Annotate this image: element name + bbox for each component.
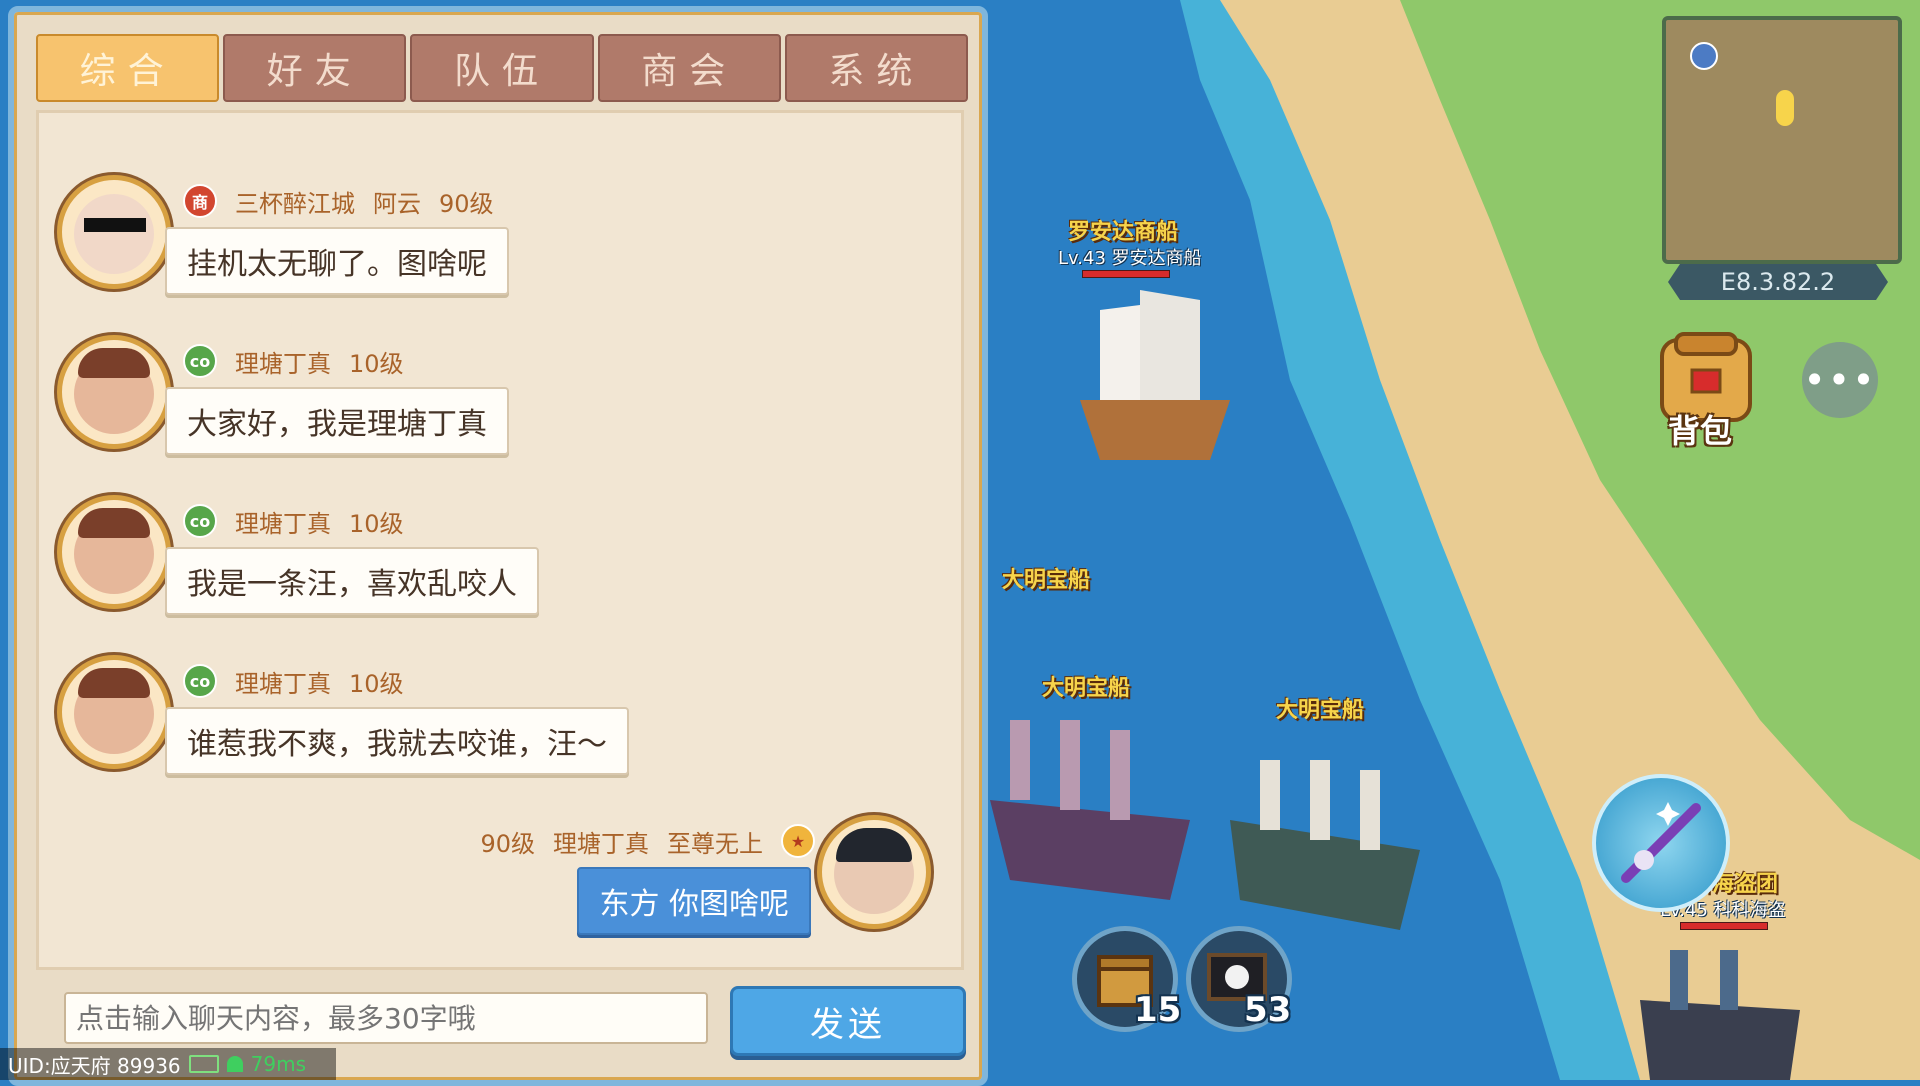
player-uid: UID:应天府 89936 xyxy=(8,1053,181,1078)
avatar[interactable] xyxy=(57,495,171,609)
sender-level: 10级 xyxy=(349,509,404,538)
hair-icon xyxy=(78,348,150,378)
home-icon xyxy=(1690,42,1718,70)
sender-level: 90级 xyxy=(480,829,535,858)
avatar-image xyxy=(74,194,154,274)
sender-level: 10级 xyxy=(349,669,404,698)
ping-value: 79ms xyxy=(250,1052,307,1076)
tab-friends[interactable]: 好友 xyxy=(223,34,407,102)
wifi-icon xyxy=(226,1056,243,1072)
chat-message: co 理塘丁真 10级 大家好，我是理塘丁真 xyxy=(39,331,961,481)
ship-level-label: Lv.43 罗安达商船 xyxy=(1058,248,1202,269)
sender-name[interactable]: 阿云 xyxy=(373,184,421,219)
send-button[interactable]: 发送 xyxy=(730,986,966,1056)
tab-guild[interactable]: 商会 xyxy=(597,34,781,102)
flag-count: 53 xyxy=(1244,990,1292,1030)
hair-icon xyxy=(78,668,150,698)
status-bar: UID:应天府 89936 79ms xyxy=(0,1048,336,1080)
title-badge-icon: co xyxy=(183,344,217,378)
pirate-hat-icon xyxy=(836,828,912,862)
title-badge-icon: co xyxy=(183,504,217,538)
minimap[interactable] xyxy=(1662,16,1902,264)
more-menu-button[interactable]: ••• xyxy=(1802,342,1878,418)
avatar[interactable] xyxy=(57,655,171,769)
message-bubble: 东方 你图啥呢 xyxy=(577,867,811,935)
vip-badge-icon: ★ xyxy=(781,824,815,858)
chat-tab-bar: 综合 好友 队伍 商会 系统 xyxy=(36,34,969,102)
message-bubble: 我是一条汪，喜欢乱咬人 xyxy=(165,547,539,615)
ship-hp-bar xyxy=(1082,270,1170,278)
merchant-badge-icon: 商 xyxy=(183,184,217,218)
battery-icon xyxy=(188,1055,219,1073)
ship-name-label: 大明宝船 xyxy=(1002,568,1091,593)
ship-hp-bar xyxy=(1680,922,1768,930)
chat-message-self: 90级 理塘丁真 至尊无上 ★ 东方 你图啥呢 xyxy=(39,811,961,961)
guild-name: 三杯醉江城 xyxy=(235,189,355,218)
avatar[interactable] xyxy=(57,175,171,289)
hair-icon xyxy=(78,508,150,538)
avatar[interactable] xyxy=(817,815,931,929)
tab-system[interactable]: 系统 xyxy=(784,34,969,102)
chat-message: co 理塘丁真 10级 我是一条汪，喜欢乱咬人 xyxy=(39,491,961,641)
sender-name[interactable]: 理塘丁真 xyxy=(235,344,331,379)
sender-name[interactable]: 理塘丁真 xyxy=(235,504,331,539)
chat-message-list[interactable]: 商 三杯醉江城 阿云 90级 挂机太无聊了。图啥呢 co 理塘丁真 10级 大家… xyxy=(36,110,964,970)
chat-input[interactable] xyxy=(64,992,708,1044)
message-bubble: 谁惹我不爽，我就去咬谁，汪～ xyxy=(165,707,629,775)
sender-level: 10级 xyxy=(349,349,404,378)
chat-panel: 综合 好友 队伍 商会 系统 商 三杯醉江城 阿云 90级 挂机太无聊了。图啥呢 xyxy=(8,6,988,1086)
tab-team[interactable]: 队伍 xyxy=(410,34,594,102)
sender-name[interactable]: 理塘丁真 xyxy=(235,664,331,699)
map-coordinates: E8.3.82.2 xyxy=(1668,264,1888,300)
avatar[interactable] xyxy=(57,335,171,449)
fishing-rod-icon xyxy=(1621,802,1701,883)
sender-name[interactable]: 理塘丁真 xyxy=(553,824,649,859)
player-marker-icon xyxy=(1776,90,1794,126)
chat-message: 商 三杯醉江城 阿云 90级 挂机太无聊了。图啥呢 xyxy=(39,171,961,321)
sunglasses-icon xyxy=(84,218,146,232)
ship-name-label: 大明宝船 xyxy=(1042,676,1131,701)
message-bubble: 挂机太无聊了。图啥呢 xyxy=(165,227,509,295)
ship-name-label: 大明宝船 xyxy=(1276,698,1365,723)
bag-label: 背包 xyxy=(1668,412,1733,450)
tab-general[interactable]: 综合 xyxy=(36,34,220,102)
fishing-skill-button[interactable] xyxy=(1592,774,1730,912)
sender-level: 90级 xyxy=(439,189,494,218)
sender-title: 至尊无上 xyxy=(667,829,763,858)
chat-message: co 理塘丁真 10级 谁惹我不爽，我就去咬谁，汪～ xyxy=(39,651,961,801)
ship-name-label: 罗安达商船 xyxy=(1068,220,1179,245)
message-bubble: 大家好，我是理塘丁真 xyxy=(165,387,509,455)
title-badge-icon: co xyxy=(183,664,217,698)
crate-count: 15 xyxy=(1134,990,1182,1030)
